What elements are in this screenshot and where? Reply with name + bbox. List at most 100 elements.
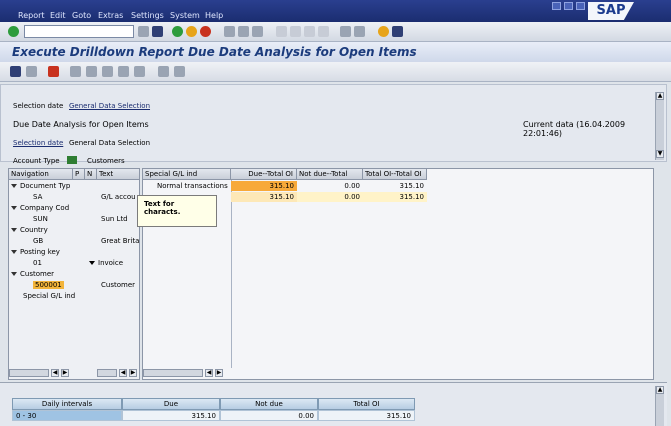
close-icon[interactable] — [576, 2, 585, 10]
text-scroll-right-icon[interactable]: ▶ — [129, 369, 137, 377]
first-page-icon[interactable] — [276, 26, 287, 37]
tooltip: Text for characts. — [137, 195, 217, 227]
bottom-scroll-up-icon[interactable]: ▲ — [656, 386, 664, 394]
minimize-icon[interactable] — [552, 2, 561, 10]
nav-row-sun[interactable]: SUN — [33, 215, 48, 223]
standard-toolbar — [0, 22, 671, 42]
text-scroll-left-icon[interactable]: ◀ — [119, 369, 127, 377]
save-icon[interactable] — [152, 26, 163, 37]
menu-report[interactable]: Report — [18, 11, 45, 20]
menu-help[interactable]: Help — [205, 11, 223, 20]
due-header[interactable]: Due — [122, 398, 220, 410]
edit-icon[interactable] — [174, 66, 185, 77]
nav-text-customer: Customer — [101, 281, 136, 289]
find-next-icon[interactable] — [252, 26, 263, 37]
sap-logo: SAP — [588, 2, 634, 20]
nav-row-company-code[interactable]: Company Cod — [11, 204, 69, 212]
nav-row-special-gl[interactable]: Special G/L ind — [23, 292, 75, 300]
layout-menu-icon[interactable] — [392, 26, 403, 37]
cell-not-due-1[interactable]: 0.00 — [297, 181, 363, 191]
header-scrollbar[interactable]: ▲ ▼ — [655, 92, 664, 160]
last-page-icon[interactable] — [318, 26, 329, 37]
general-data-selection-link[interactable]: General Data Selection — [69, 102, 150, 110]
total-oi-header[interactable]: Total OI--Total OI — [363, 169, 427, 180]
cell-not-due-2[interactable]: 0.00 — [297, 192, 363, 202]
special-gl-header[interactable]: Special G/L ind — [143, 169, 231, 180]
sort-icon[interactable] — [70, 66, 81, 77]
n-header[interactable]: N — [85, 169, 97, 180]
settings-icon[interactable] — [134, 66, 145, 77]
scroll-down-icon[interactable]: ▼ — [656, 150, 664, 158]
create-session-icon[interactable] — [340, 26, 351, 37]
navigation-header[interactable]: Navigation — [9, 169, 73, 180]
nav-text-invoice: Invoice — [89, 259, 123, 267]
page-title: Execute Drilldown Report Due Date Analys… — [12, 45, 417, 59]
cell-due-2[interactable]: 315.10 — [231, 192, 297, 202]
menu-system[interactable]: System — [170, 11, 200, 20]
cancel-icon[interactable] — [200, 26, 211, 37]
nav-row-posting-key[interactable]: Posting key — [11, 248, 60, 256]
bottom-due-cell[interactable]: 315.10 — [122, 410, 220, 421]
nav-row-sa[interactable]: SA — [33, 193, 42, 201]
menu-goto[interactable]: Goto — [72, 11, 91, 20]
next-page-icon[interactable] — [304, 26, 315, 37]
cell-total-1[interactable]: 315.10 — [363, 181, 427, 191]
info-icon[interactable] — [10, 66, 21, 77]
nav-text-sun: Sun Ltd — [101, 215, 128, 223]
due-total-header[interactable]: Due--Total OI — [231, 169, 297, 180]
scroll-up-icon[interactable]: ▲ — [656, 92, 664, 100]
results-hscroll[interactable] — [143, 369, 203, 377]
exit-icon[interactable] — [186, 26, 197, 37]
application-toolbar — [0, 62, 671, 82]
p-header[interactable]: P — [73, 169, 85, 180]
export-icon[interactable] — [158, 66, 169, 77]
scroll-left-icon[interactable]: ◀ — [51, 369, 59, 377]
interval-cell[interactable]: 0 - 30 — [12, 410, 122, 421]
filter-icon[interactable] — [86, 66, 97, 77]
not-due-total-header[interactable]: Not due--Total — [297, 169, 363, 180]
daily-intervals-table: Daily intervals Due Not due Total OI 0 -… — [12, 398, 415, 426]
help-icon[interactable] — [378, 26, 389, 37]
back-icon[interactable] — [172, 26, 183, 37]
nav-row-gb[interactable]: GB — [33, 237, 43, 245]
results-scroll-left-icon[interactable]: ◀ — [205, 369, 213, 377]
nav-row-01[interactable]: 01 — [33, 259, 42, 267]
text-header[interactable]: Text — [97, 169, 140, 180]
scroll-right-icon[interactable]: ▶ — [61, 369, 69, 377]
nav-row-500001[interactable]: 500001 — [33, 281, 64, 289]
daily-intervals-header[interactable]: Daily intervals — [12, 398, 122, 410]
graphic-icon[interactable] — [48, 66, 59, 77]
selection-date-link[interactable]: Selection date — [13, 139, 63, 147]
bottom-not-due-cell[interactable]: 0.00 — [220, 410, 318, 421]
bottom-total-cell[interactable]: 315.10 — [318, 410, 415, 421]
cell-due-1[interactable]: 315.10 — [231, 181, 297, 191]
bottom-scrollbar[interactable]: ▲ — [655, 386, 664, 426]
text-hscroll[interactable] — [97, 369, 117, 377]
previous-page-icon[interactable] — [290, 26, 301, 37]
nav-row-document-type[interactable]: Document Typ — [11, 182, 70, 190]
dropdown-icon[interactable] — [138, 26, 149, 37]
menu-extras[interactable]: Extras — [98, 11, 123, 20]
print-icon[interactable] — [224, 26, 235, 37]
menu-settings[interactable]: Settings — [131, 11, 164, 20]
row-normal-transactions[interactable]: Normal transactions — [157, 182, 228, 190]
nav-row-country[interactable]: Country — [11, 226, 48, 234]
not-due-header[interactable]: Not due — [220, 398, 318, 410]
account-type-icon — [67, 156, 77, 164]
report-name: Due Date Analysis for Open Items — [13, 120, 149, 129]
bottom-total-oi-header[interactable]: Total OI — [318, 398, 415, 410]
results-scroll-right-icon[interactable]: ▶ — [215, 369, 223, 377]
enter-icon[interactable] — [8, 26, 19, 37]
menu-edit[interactable]: Edit — [50, 11, 66, 20]
mail-icon[interactable] — [118, 66, 129, 77]
account-type-label: Account Type — [13, 157, 60, 165]
nav-row-customer[interactable]: Customer — [11, 270, 54, 278]
command-field[interactable] — [24, 25, 134, 38]
nav-hscroll[interactable] — [9, 369, 49, 377]
chart-icon[interactable] — [26, 66, 37, 77]
find-icon[interactable] — [238, 26, 249, 37]
excel-icon[interactable] — [102, 66, 113, 77]
cell-total-2[interactable]: 315.10 — [363, 192, 427, 202]
maximize-icon[interactable] — [564, 2, 573, 10]
shortcut-icon[interactable] — [354, 26, 365, 37]
